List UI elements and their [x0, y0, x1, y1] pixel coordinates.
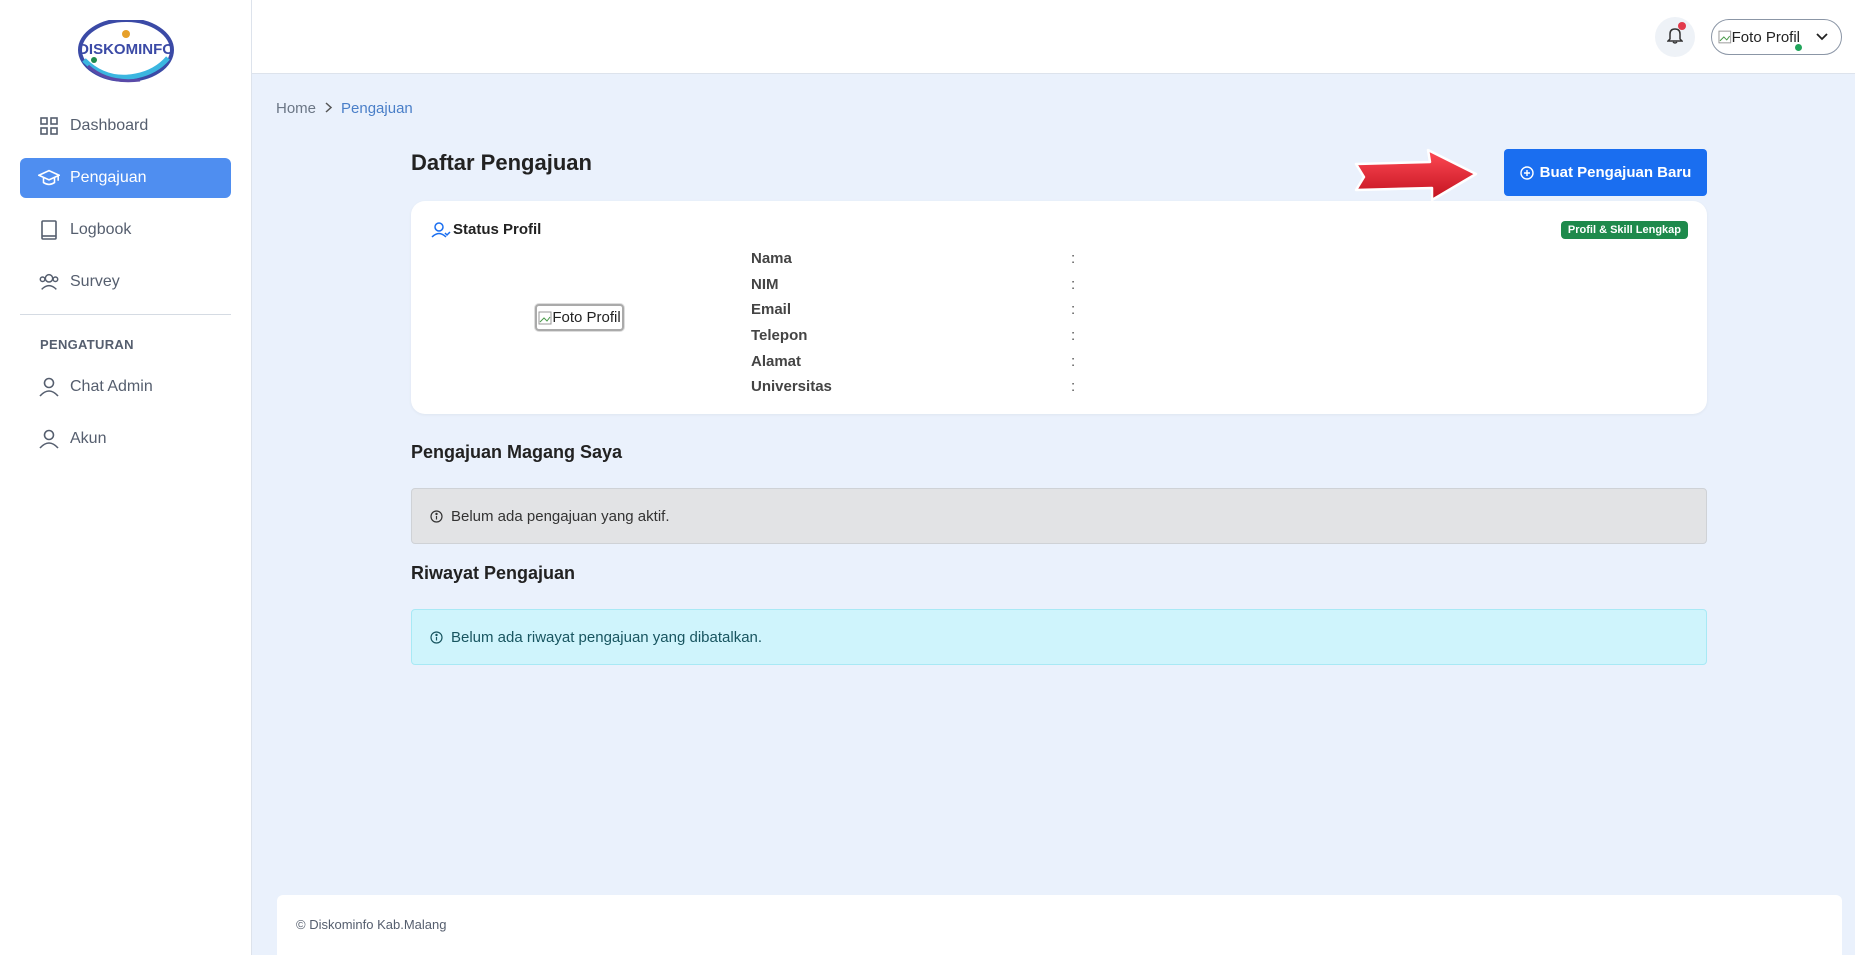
users-icon [38, 271, 60, 293]
field-label: Email [751, 301, 792, 319]
field-label: Universitas [751, 378, 832, 396]
alert-message: Belum ada riwayat pengajuan yang dibatal… [451, 628, 763, 646]
breadcrumb: Home Pengajuan [276, 100, 413, 117]
create-submission-button[interactable]: Buat Pengajuan Baru [1504, 149, 1707, 196]
user-check-icon [431, 221, 451, 238]
sidebar-item-label: Survey [70, 273, 120, 290]
profile-photo-alt: Foto Profil [552, 309, 621, 326]
avatar-alt-text: Foto Profil [1731, 28, 1800, 46]
field-label: Telepon [751, 327, 808, 345]
svg-text:DISKOMINFO: DISKOMINFO [78, 41, 174, 58]
field-row-email: Email : [751, 297, 1081, 323]
profile-status-card: Status Profil Profil & Skill Lengkap Fot… [411, 201, 1707, 414]
field-colon: : [1071, 352, 1076, 370]
history-empty-alert: Belum ada riwayat pengajuan yang dibatal… [411, 609, 1707, 665]
profile-fields: Nama : NIM : Email : Telepon : Alamat : … [751, 246, 1081, 400]
sidebar-item-akun[interactable]: Akun [20, 419, 231, 459]
chevron-right-icon [324, 100, 333, 117]
user-icon [38, 428, 60, 450]
history-title: Riwayat Pengajuan [411, 563, 576, 583]
status-badge: Profil & Skill Lengkap [1560, 221, 1688, 239]
plus-circle-icon [1519, 165, 1534, 180]
sidebar-item-label: Akun [70, 430, 107, 447]
card-title: Status Profil [431, 221, 541, 238]
field-row-nama: Nama : [751, 246, 1081, 272]
diskominfo-logo[interactable]: DISKOMINFO [76, 20, 176, 86]
graduation-cap-icon [38, 167, 60, 189]
field-row-nim: NIM : [751, 272, 1081, 298]
footer: © Diskominfo Kab.Malang [277, 895, 1842, 955]
info-icon [430, 509, 443, 523]
field-row-universitas: Universitas : [751, 374, 1081, 400]
sidebar-item-label: Pengajuan [70, 169, 147, 186]
notification-button[interactable] [1655, 17, 1695, 57]
page-title: Daftar Pengajuan [411, 150, 592, 175]
profile-photo: Foto Profil [535, 304, 624, 331]
online-status-dot [1795, 44, 1802, 51]
breadcrumb-current: Pengajuan [341, 100, 413, 117]
sidebar-settings-nav: Chat Admin Akun [20, 367, 231, 471]
book-icon [38, 219, 60, 241]
breadcrumb-home[interactable]: Home [276, 100, 316, 117]
notification-dot [1678, 22, 1686, 30]
create-submission-label: Buat Pengajuan Baru [1539, 164, 1692, 181]
info-icon [430, 630, 443, 644]
avatar: Foto Profil [1718, 29, 1800, 46]
field-label: Nama [751, 250, 792, 268]
field-row-telepon: Telepon : [751, 323, 1081, 349]
active-submissions-empty-alert: Belum ada pengajuan yang aktif. [411, 488, 1707, 544]
broken-image-icon [538, 311, 552, 324]
sidebar-item-logbook[interactable]: Logbook [20, 210, 231, 250]
chevron-down-icon [1815, 29, 1829, 47]
field-colon: : [1071, 327, 1076, 345]
sidebar-item-label: Chat Admin [70, 378, 153, 395]
sidebar-item-label: Logbook [70, 221, 132, 238]
top-header [252, 0, 1855, 74]
user-icon [38, 376, 60, 398]
field-colon: : [1071, 275, 1076, 293]
sidebar-divider [20, 314, 231, 315]
field-colon: : [1071, 378, 1076, 396]
sidebar-section-label: PENGATURAN [40, 337, 134, 352]
sidebar-item-pengajuan[interactable]: Pengajuan [20, 158, 231, 198]
grid-icon [38, 115, 60, 137]
sidebar-item-chat-admin[interactable]: Chat Admin [20, 367, 231, 407]
alert-message: Belum ada pengajuan yang aktif. [451, 507, 670, 525]
sidebar-item-survey[interactable]: Survey [20, 262, 231, 302]
field-label: Alamat [751, 352, 802, 370]
card-title-text: Status Profil [453, 221, 542, 238]
sidebar: DISKOMINFO Dashboard Pengajuan Logbook S… [0, 0, 252, 955]
sidebar-item-dashboard[interactable]: Dashboard [20, 106, 231, 146]
field-row-alamat: Alamat : [751, 348, 1081, 374]
red-arrow-annotation [1354, 148, 1478, 202]
sidebar-item-label: Dashboard [70, 117, 149, 134]
profile-dropdown[interactable]: Foto Profil [1711, 19, 1842, 55]
field-colon: : [1071, 250, 1076, 268]
field-colon: : [1071, 301, 1076, 319]
footer-copyright: © Diskominfo Kab.Malang [296, 917, 447, 932]
broken-image-icon [1718, 30, 1732, 44]
sidebar-nav: Dashboard Pengajuan Logbook Survey [20, 106, 231, 314]
field-label: NIM [751, 275, 779, 293]
active-submissions-title: Pengajuan Magang Saya [411, 442, 623, 462]
